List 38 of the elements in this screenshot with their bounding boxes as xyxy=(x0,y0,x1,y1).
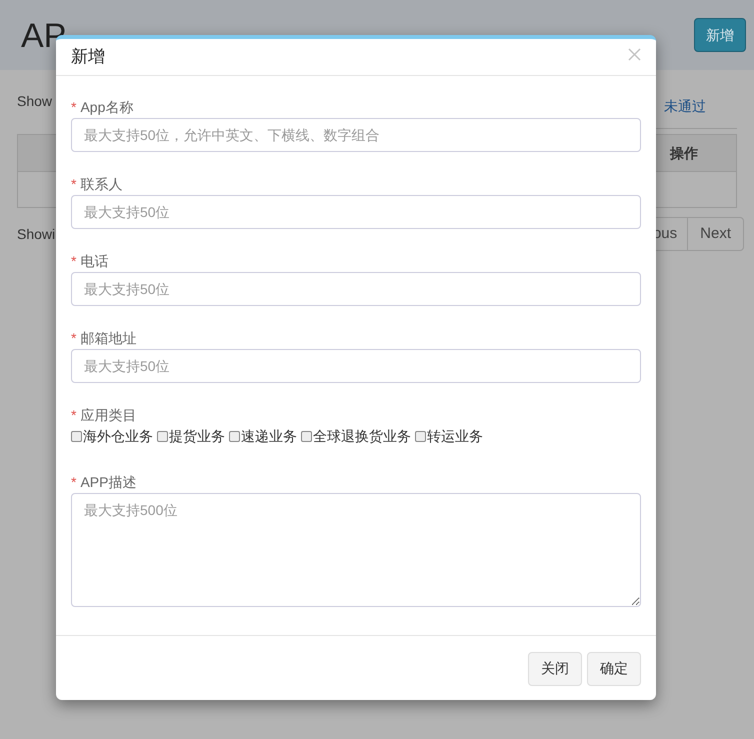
dialog-button[interactable]: 关闭 xyxy=(528,652,582,686)
checkbox[interactable] xyxy=(229,431,240,442)
table-info-text: Showi xyxy=(17,224,56,244)
add-button[interactable]: 新增 xyxy=(694,18,746,52)
input-field[interactable]: 最大支持50位 xyxy=(71,195,641,229)
checkbox[interactable] xyxy=(301,431,312,442)
checkbox-label: 全球退换货业务 xyxy=(313,427,411,446)
required-asterisk: * xyxy=(71,100,76,114)
page-title: AP xyxy=(21,16,66,56)
required-asterisk: * xyxy=(71,254,76,268)
show-text: Show xyxy=(17,92,52,110)
required-asterisk: * xyxy=(71,408,76,422)
field-label: 应用类目 xyxy=(80,406,136,424)
column-header: 操作 xyxy=(668,144,699,162)
checkbox-label: 提货业务 xyxy=(169,427,225,446)
checkbox-label: 转运业务 xyxy=(427,427,483,446)
required-asterisk: * xyxy=(71,331,76,345)
field-label: App名称 xyxy=(80,98,134,117)
input-field[interactable]: 最大支持50位 xyxy=(71,272,641,306)
checkbox-label: 速递业务 xyxy=(241,427,297,446)
checkbox-label: 海外仓业务 xyxy=(83,427,153,446)
text-area[interactable]: 最大支持500位 xyxy=(71,493,641,607)
dialog-button[interactable]: 确定 xyxy=(587,652,641,686)
input-field[interactable]: 最大支持50位 xyxy=(71,349,641,383)
required-asterisk: * xyxy=(71,475,76,489)
pagination-button[interactable]: Next xyxy=(687,217,744,251)
checkbox[interactable] xyxy=(71,431,82,442)
field-label: 联系人 xyxy=(80,174,122,194)
checkbox[interactable] xyxy=(157,431,168,442)
checkbox[interactable] xyxy=(415,431,426,442)
required-asterisk: * xyxy=(71,177,76,191)
field-label: 邮箱地址 xyxy=(80,328,136,348)
modal-title: 新增 xyxy=(71,46,105,68)
status-tab[interactable]: 未通过 xyxy=(664,96,706,117)
field-label: APP描述 xyxy=(80,472,136,492)
close-icon[interactable] xyxy=(628,48,641,60)
input-field[interactable]: 最大支持50位，允许中英文、下横线、数字组合 xyxy=(71,118,641,152)
field-label: 电话 xyxy=(80,252,108,270)
